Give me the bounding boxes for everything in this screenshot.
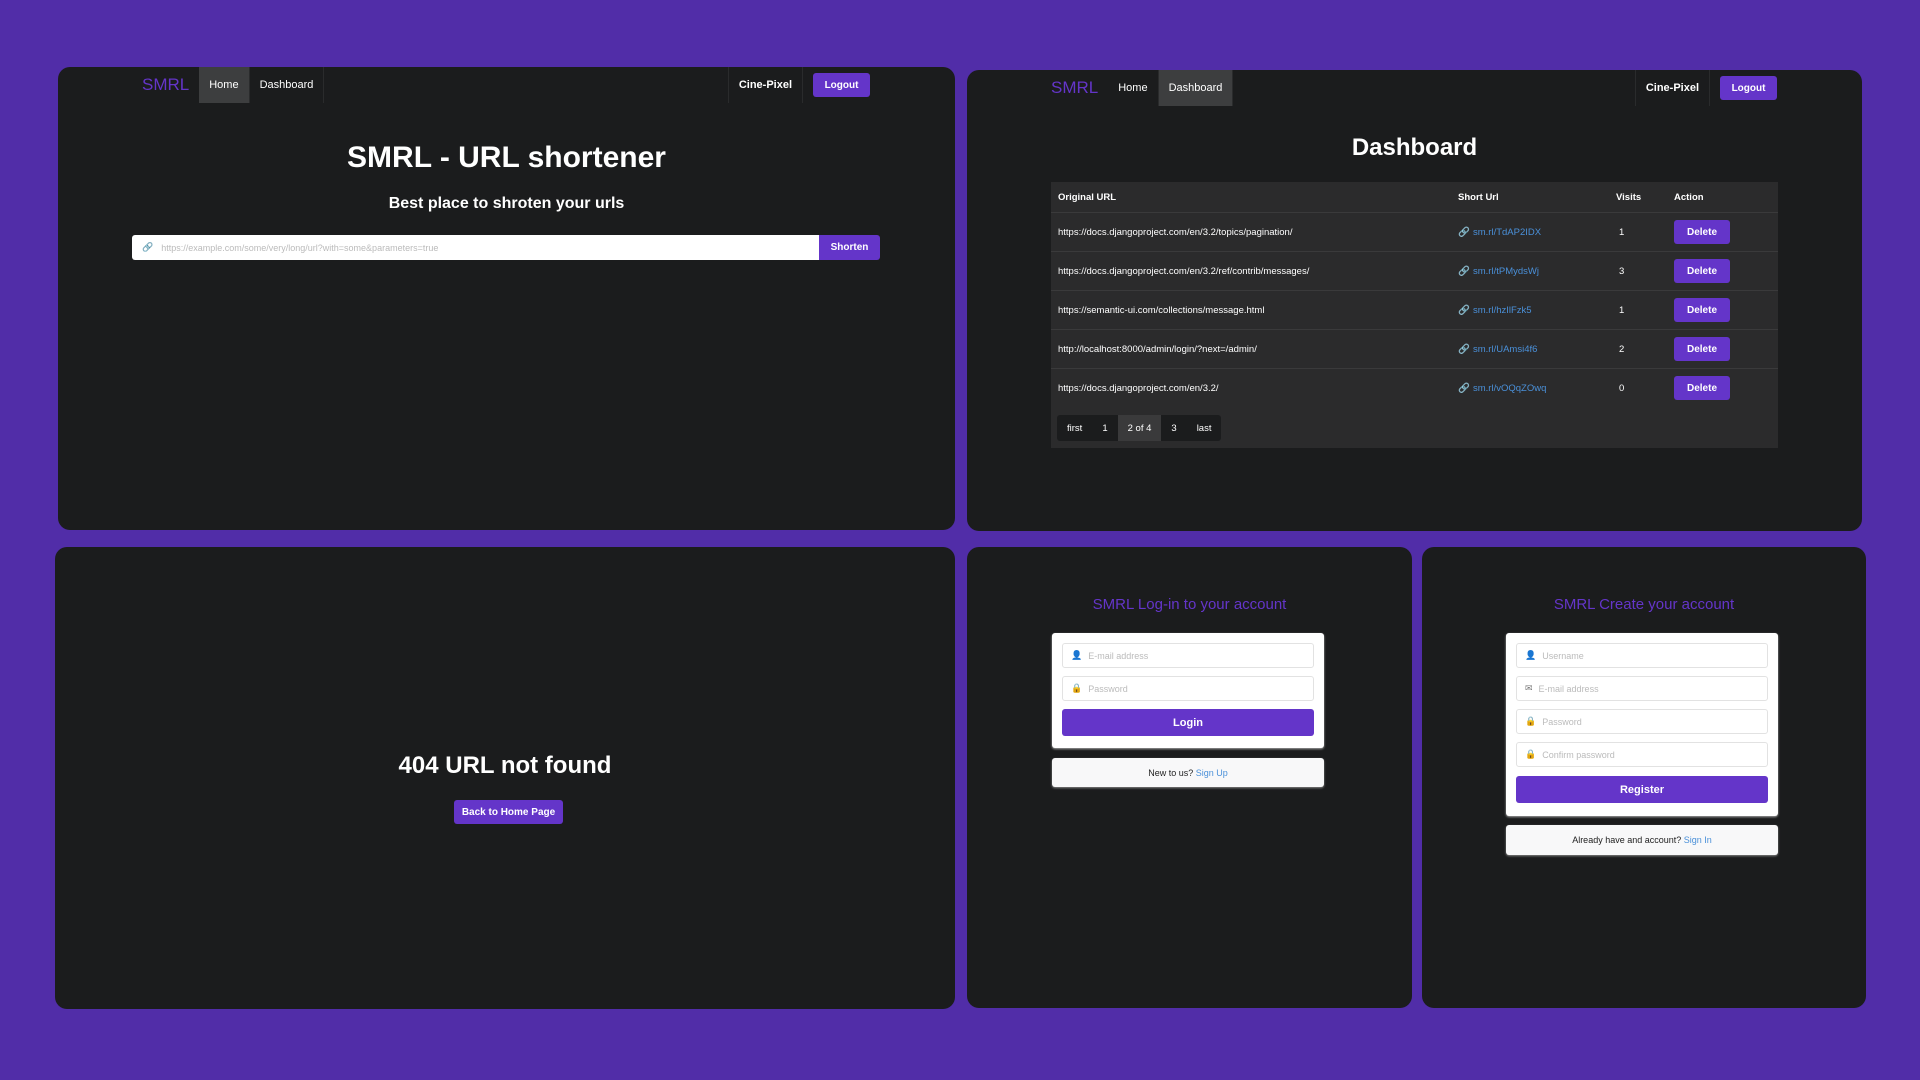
table-header: Original URL Short Url Visits Action bbox=[1051, 182, 1778, 212]
original-url: http://localhost:8000/admin/login/?next=… bbox=[1058, 343, 1257, 355]
link-icon: 🔗 bbox=[1458, 304, 1470, 316]
signup-text: New to us? bbox=[1148, 767, 1194, 778]
shorten-button[interactable]: Shorten bbox=[819, 235, 880, 260]
urls-table: Original URL Short Url Visits Action htt… bbox=[1051, 182, 1778, 448]
envelope-icon: ✉ bbox=[1525, 683, 1533, 693]
login-panel: SMRL Log-in to your account 👤 E-mail addr… bbox=[967, 547, 1412, 1008]
signin-text: Already have and account? bbox=[1572, 835, 1682, 845]
header-original-url: Original URL bbox=[1058, 191, 1117, 203]
username-placeholder: Username bbox=[1542, 650, 1584, 661]
delete-button[interactable]: Delete bbox=[1674, 298, 1730, 322]
login-button[interactable]: Login bbox=[1062, 709, 1314, 736]
password-field[interactable]: 🔒 Password bbox=[1062, 676, 1314, 701]
table-row: https://docs.djangoproject.com/en/3.2/to… bbox=[1051, 212, 1778, 251]
original-url: https://docs.djangoproject.com/en/3.2/re… bbox=[1058, 265, 1310, 277]
original-url: https://docs.djangoproject.com/en/3.2/ bbox=[1058, 382, 1219, 394]
table-row: https://docs.djangoproject.com/en/3.2/ 🔗… bbox=[1051, 368, 1778, 407]
login-title: SMRL Log-in to your account bbox=[1092, 596, 1287, 613]
short-url-link[interactable]: sm.rl/UAmsi4f6 bbox=[1473, 344, 1537, 355]
visits-count: 2 bbox=[1619, 343, 1625, 355]
link-icon: 🔗 bbox=[1458, 382, 1470, 394]
nav-home[interactable]: Home bbox=[1108, 70, 1159, 106]
header-visits: Visits bbox=[1616, 191, 1642, 203]
link-icon: 🔗 bbox=[1458, 226, 1470, 238]
header-action: Action bbox=[1674, 191, 1704, 203]
signup-link[interactable]: Sign Up bbox=[1196, 768, 1228, 778]
password-field[interactable]: 🔒 Password bbox=[1516, 709, 1768, 734]
nav-home[interactable]: Home bbox=[199, 67, 250, 103]
link-icon: 🔗 bbox=[1458, 343, 1470, 355]
nav-dashboard[interactable]: Dashboard bbox=[250, 67, 325, 103]
back-home-button[interactable]: Back to Home Page bbox=[454, 800, 563, 824]
visits-count: 0 bbox=[1619, 382, 1625, 394]
url-input[interactable]: 🔗 https://example.com/some/very/long/url… bbox=[132, 235, 820, 260]
register-button[interactable]: Register bbox=[1516, 776, 1768, 803]
table-row: https://semantic-ui.com/collections/mess… bbox=[1051, 290, 1778, 329]
navbar: SMRL Home Dashboard Cine-Pixel Logout bbox=[967, 70, 1862, 106]
user-name: Cine-Pixel bbox=[1634, 70, 1710, 106]
visits-count: 3 bbox=[1619, 265, 1625, 277]
user-name: Cine-Pixel bbox=[727, 67, 803, 103]
signin-link[interactable]: Sign In bbox=[1684, 835, 1712, 845]
nav-dashboard[interactable]: Dashboard bbox=[1158, 70, 1234, 106]
signup-message: New to us? Sign Up bbox=[1052, 758, 1324, 787]
logo[interactable]: SMRL bbox=[1041, 70, 1108, 106]
email-placeholder: E-mail address bbox=[1538, 683, 1599, 694]
page-title: SMRL - URL shortener bbox=[347, 141, 666, 174]
table-row: https://docs.djangoproject.com/en/3.2/re… bbox=[1051, 251, 1778, 290]
page-1[interactable]: 1 bbox=[1092, 415, 1117, 441]
logo[interactable]: SMRL bbox=[132, 67, 199, 103]
visits-count: 1 bbox=[1619, 226, 1625, 238]
original-url: https://docs.djangoproject.com/en/3.2/to… bbox=[1058, 226, 1293, 238]
original-url: https://semantic-ui.com/collections/mess… bbox=[1058, 304, 1265, 316]
email-placeholder: E-mail address bbox=[1088, 650, 1149, 661]
register-form: 👤 Username ✉ E-mail address 🔒 Password 🔒 Con… bbox=[1506, 633, 1778, 816]
link-icon: 🔗 bbox=[1458, 265, 1470, 277]
header-short-url: Short Url bbox=[1458, 191, 1499, 203]
lock-icon: 🔒 bbox=[1525, 716, 1537, 726]
link-icon: 🔗 bbox=[142, 242, 154, 252]
short-url-link[interactable]: sm.rl/vOQqZOwq bbox=[1473, 383, 1546, 394]
register-panel: SMRL Create your account 👤 Username ✉ E-ma… bbox=[1422, 547, 1866, 1008]
delete-button[interactable]: Delete bbox=[1674, 259, 1730, 283]
lock-icon: 🔒 bbox=[1525, 749, 1537, 759]
page-3[interactable]: 3 bbox=[1161, 415, 1186, 441]
not-found-title: 404 URL not found bbox=[398, 752, 612, 779]
logout-button[interactable]: Logout bbox=[813, 73, 870, 97]
login-form: 👤 E-mail address 🔒 Password Login bbox=[1052, 633, 1324, 748]
pagination: first 1 2 of 4 3 last bbox=[1057, 415, 1222, 441]
short-url-link[interactable]: sm.rl/hzIlFzk5 bbox=[1473, 305, 1532, 316]
email-field[interactable]: ✉ E-mail address bbox=[1516, 676, 1768, 701]
page-first[interactable]: first bbox=[1057, 415, 1092, 441]
short-url-link[interactable]: sm.rl/tPMydsWj bbox=[1473, 266, 1539, 277]
table-row: http://localhost:8000/admin/login/?next=… bbox=[1051, 329, 1778, 368]
visits-count: 1 bbox=[1619, 304, 1625, 316]
email-field[interactable]: 👤 E-mail address bbox=[1062, 643, 1314, 668]
lock-icon: 🔒 bbox=[1071, 683, 1083, 693]
user-icon: 👤 bbox=[1525, 650, 1537, 660]
navbar: SMRL Home Dashboard Cine-Pixel Logout bbox=[58, 67, 955, 103]
url-input-placeholder: https://example.com/some/very/long/url?w… bbox=[161, 242, 439, 253]
page-current[interactable]: 2 of 4 bbox=[1117, 415, 1162, 441]
logout-button[interactable]: Logout bbox=[1720, 76, 1777, 100]
page-last[interactable]: last bbox=[1187, 415, 1222, 441]
register-title: SMRL Create your account bbox=[1553, 596, 1735, 613]
password-placeholder: Password bbox=[1542, 716, 1582, 727]
not-found-panel: 404 URL not found Back to Home Page bbox=[55, 547, 955, 1009]
confirm-placeholder: Confirm password bbox=[1542, 749, 1615, 760]
user-icon: 👤 bbox=[1071, 650, 1083, 660]
home-panel: SMRL Home Dashboard Cine-Pixel Logout SM… bbox=[58, 67, 955, 530]
username-field[interactable]: 👤 Username bbox=[1516, 643, 1768, 668]
password-placeholder: Password bbox=[1088, 683, 1128, 694]
page-subtitle: Best place to shroten your urls bbox=[388, 195, 625, 212]
delete-button[interactable]: Delete bbox=[1674, 376, 1730, 400]
signin-message: Already have and account? Sign In bbox=[1506, 825, 1778, 855]
page-title: Dashboard bbox=[1351, 134, 1478, 161]
delete-button[interactable]: Delete bbox=[1674, 337, 1730, 361]
dashboard-panel: SMRL Home Dashboard Cine-Pixel Logout Da… bbox=[967, 70, 1862, 531]
confirm-password-field[interactable]: 🔒 Confirm password bbox=[1516, 742, 1768, 767]
short-url-link[interactable]: sm.rl/TdAP2IDX bbox=[1473, 227, 1541, 238]
delete-button[interactable]: Delete bbox=[1674, 220, 1730, 244]
